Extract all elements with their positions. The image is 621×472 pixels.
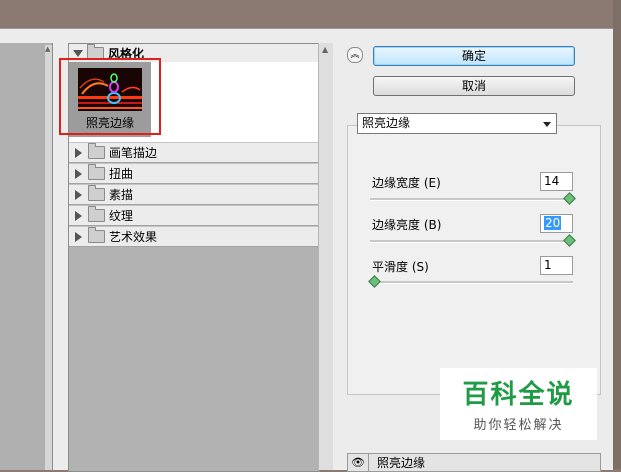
category-label: 画笔描边 [109, 146, 158, 160]
category-label: 艺术效果 [109, 230, 158, 244]
expand-arrow-icon[interactable] [75, 231, 82, 242]
edge-brightness-label: 边缘亮度 (B) [372, 218, 442, 232]
watermark: 百科全说 助你轻松解决 [440, 368, 597, 440]
filter-select[interactable]: 照亮边缘 [357, 113, 557, 134]
collapse-chevron-icon[interactable]: ︽ [347, 47, 363, 63]
folder-icon [88, 143, 105, 159]
ok-button[interactable]: 确定 [373, 46, 575, 66]
expand-arrow-icon[interactable] [75, 147, 82, 158]
category-texture[interactable]: 纹理 [69, 205, 319, 226]
category-label: 扭曲 [109, 167, 134, 181]
smoothness-value: 1 [544, 258, 552, 272]
scroll-up-icon[interactable]: ▲ [322, 45, 328, 54]
highlight-box [59, 58, 161, 135]
smoothness-slider[interactable] [368, 275, 573, 288]
edge-brightness-input[interactable]: 20 [540, 214, 573, 233]
folder-icon [88, 164, 105, 180]
edge-brightness-slider[interactable] [370, 234, 576, 247]
category-distort[interactable]: 扭曲 [69, 163, 319, 184]
dropdown-arrow-icon[interactable] [543, 122, 551, 127]
edge-width-slider[interactable] [370, 192, 576, 205]
eye-icon[interactable]: 👁 [348, 454, 369, 471]
smoothness-input[interactable]: 1 [540, 256, 573, 275]
expand-arrow-icon[interactable] [75, 168, 82, 179]
effect-layer-row[interactable]: 👁 照亮边缘 [347, 453, 601, 472]
category-artistic[interactable]: 艺术效果 [69, 226, 319, 247]
category-brush-strokes[interactable]: 画笔描边 [69, 142, 319, 163]
expand-arrow-icon[interactable] [73, 49, 83, 57]
edge-width-input[interactable]: 14 [540, 172, 573, 191]
filter-list-scrollbar[interactable]: ▲ [318, 43, 333, 470]
folder-icon [88, 185, 105, 201]
desktop-edge [613, 0, 621, 469]
watermark-title: 百科全说 [462, 380, 575, 410]
cancel-button[interactable]: 取消 [373, 76, 575, 96]
expand-arrow-icon[interactable] [75, 189, 82, 200]
folder-icon [88, 206, 105, 222]
filter-select-value: 照亮边缘 [362, 116, 411, 130]
scroll-up-icon[interactable]: ▲ [45, 45, 50, 53]
category-sketch[interactable]: 素描 [69, 184, 319, 205]
effect-layer-label: 照亮边缘 [377, 456, 426, 470]
folder-icon [88, 227, 105, 243]
category-label: 纹理 [109, 209, 134, 223]
edge-width-value: 14 [544, 174, 560, 188]
smoothness-label: 平滑度 (S) [372, 260, 429, 274]
watermark-subtitle: 助你轻松解决 [473, 418, 564, 433]
edge-width-label: 边缘宽度 (E) [372, 176, 441, 190]
preview-scrollbar[interactable]: ▲ [45, 45, 52, 470]
edge-brightness-value: 20 [544, 216, 562, 230]
category-label: 素描 [109, 188, 134, 202]
expand-arrow-icon[interactable] [75, 210, 82, 221]
